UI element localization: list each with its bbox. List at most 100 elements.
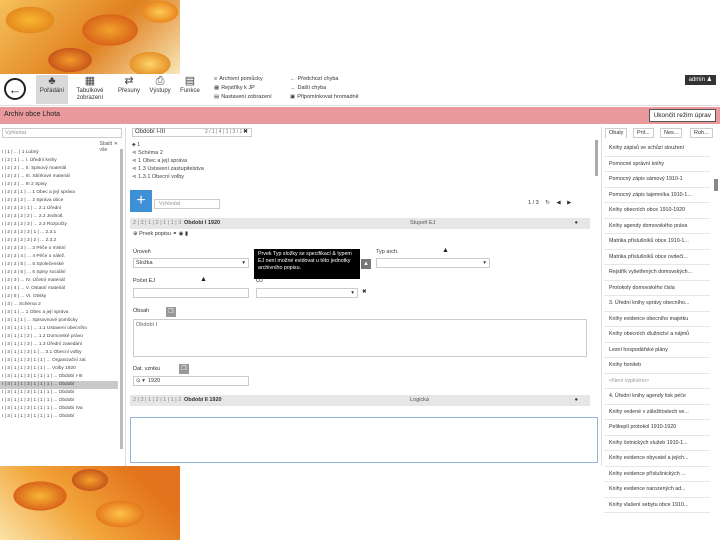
tab-rohy[interactable]: Roh... xyxy=(690,128,713,138)
tree-node[interactable]: I | 2 | 2 | 6 | ... 6 Spisy sociální xyxy=(0,269,118,277)
clear-icon[interactable]: ✖ xyxy=(362,289,367,295)
link-predchozi-chyba[interactable]: ← Předchozí chyba xyxy=(290,76,338,82)
tree-node[interactable]: I | 2 | 2 | ... III 2 Spisy xyxy=(0,181,118,189)
packet-item[interactable]: Knihy evidence narozených ad... xyxy=(604,482,710,498)
packet-item[interactable]: Knihy evidence obyvatel a jejich... xyxy=(604,451,710,467)
packet-item[interactable]: 4. Úřední knihy agendy tisk péče xyxy=(604,389,710,405)
tree-node[interactable]: I | 3 | 1 | 1 | ... Spisovnové pomůcky xyxy=(0,317,118,325)
toolbar-button-tabular[interactable]: ▦ Tabulkové zobrazení xyxy=(72,75,108,104)
packet-item[interactable]: Knihy zápisů ve schůzí sloužení xyxy=(604,141,710,157)
eye-icon[interactable]: ◉ xyxy=(179,231,184,237)
tree-search-input[interactable]: Vyhledat xyxy=(2,128,122,138)
tab-prilohy[interactable]: Pril... xyxy=(633,128,654,138)
tree-node[interactable]: I | 2 | 4 | ... V. Ostatní materiál xyxy=(0,285,118,293)
info-icon[interactable]: ● xyxy=(575,395,578,406)
toolbar-button-funkce[interactable]: ▤ Funkce xyxy=(176,75,204,104)
tree-node[interactable]: I | 2 | 1 | ... I. Úřední knihy xyxy=(0,157,118,165)
link-icon[interactable]: ⚭ xyxy=(172,231,177,237)
node-card-header[interactable]: 2 | 3 | 1 | 2 | 1 | 1 | 3 Období I 1920 … xyxy=(130,218,590,229)
toolbar-button-vystupy[interactable]: ⎙ Výstupy xyxy=(145,75,175,104)
tree-node[interactable]: I | 2 | 2 | ... III. Sbírkové materiál xyxy=(0,173,118,181)
packet-item[interactable]: Knihy evidence obecního majetku xyxy=(604,312,710,327)
content-options-button[interactable]: ❐ xyxy=(166,307,176,317)
add-button[interactable]: + xyxy=(130,190,152,212)
packet-item[interactable]: Knihy obecních obce 1910-1920 xyxy=(604,203,710,219)
packets-scrollbar[interactable] xyxy=(714,179,718,191)
packet-item[interactable]: Knihy četnických služeb 1910-1... xyxy=(604,436,710,451)
tree-node[interactable]: I | 3 | 1 | ... 1 Obec a její správa xyxy=(0,309,118,317)
packet-item[interactable]: Knihy agendy domovského práva xyxy=(604,219,710,234)
link-archivni-pomucky[interactable]: ≡ Archivní pomůcky xyxy=(214,76,263,82)
archive-type-select[interactable]: ▾ xyxy=(376,258,490,268)
packet-item[interactable]: Knihy obecních dlužnictví a nájmů xyxy=(604,327,710,343)
link-nastaveni-zobrazeni[interactable]: ▤ Nastavení zobrazení xyxy=(214,94,272,100)
link-rejstriky[interactable]: ▦ Rejstříky k JP xyxy=(214,85,255,91)
tree-node[interactable]: I | 2 | 2 | 2 | 1 | ... 2.1 Úřední xyxy=(0,205,118,213)
link-pripominkovat[interactable]: ▣ Připomínkovat hromadně xyxy=(290,94,359,100)
tree-node[interactable]: I | 2 | 2 | 1 | ... 1 Obec a její správa xyxy=(0,189,118,197)
packet-item[interactable]: Protokoly domovského čisla xyxy=(604,281,710,296)
tree-node[interactable]: I | 3 | 1 | 1 | 3 | 1 | 1 | 1 | ... Obdo… xyxy=(0,397,118,405)
packet-item[interactable]: Pelikeplí protokol 1910-1920 xyxy=(604,420,710,436)
tab-obaly[interactable]: Obaly xyxy=(605,128,628,138)
packet-item[interactable]: Knihy vlašení sebytu obce 1910... xyxy=(604,498,710,513)
tree-node[interactable]: I | 2 | 2 | 2 | 3 | 1 | ... 2.3.1 xyxy=(0,229,118,237)
packet-item[interactable]: Matrika příslušníků obce 1910-1... xyxy=(604,234,710,250)
tree-node[interactable]: I | 2 | 2 | 2 | 2 | ... 2.2 Jednotl. xyxy=(0,213,118,221)
add-circle-icon[interactable]: ⊕ xyxy=(133,231,138,237)
breadcrumb-item[interactable]: ⋖ 1 Obec a její správa xyxy=(132,157,204,165)
packet-item[interactable]: Lesní hospodářské plány xyxy=(604,343,710,358)
packet-item[interactable]: Knihy honiteb xyxy=(604,358,710,374)
refresh-icon[interactable]: ↻ xyxy=(545,200,550,206)
tree-node[interactable]: I | 2 | 2 | 3 | ... 3 Péče o místní xyxy=(0,245,118,253)
packet-item[interactable]: 3. Úřední knihy správy obecního... xyxy=(604,296,710,312)
date-options-button[interactable]: ❐ xyxy=(179,364,189,374)
tree-node[interactable]: I | 3 | 1 | 1 | 3 | 1 | 1 | 1 | ... Obdo… xyxy=(0,381,118,389)
tree-node[interactable]: I | 3 | 1 | 1 | 1 | ... 1.1 Ustavení obe… xyxy=(0,325,118,333)
close-icon[interactable]: ✖ xyxy=(243,129,248,136)
unit-count-input[interactable] xyxy=(133,288,249,298)
content-textarea[interactable]: Období I xyxy=(133,319,587,357)
tree-node[interactable]: I | 2 | 5 | ... VI. Otisky xyxy=(0,293,118,301)
tree-node[interactable]: I | 3 | 1 | 1 | 3 | 1 | 1 | ... Volby 19… xyxy=(0,365,118,373)
comment-area[interactable] xyxy=(130,417,598,463)
user-menu[interactable]: admin ♟ xyxy=(684,75,716,85)
packet-item[interactable]: Pomocný zápis sámový 1910-1 xyxy=(604,172,710,188)
prev-page-icon[interactable]: ◀ xyxy=(556,200,560,206)
warning-toggle-button[interactable]: ▲ xyxy=(361,259,371,269)
next-page-icon[interactable]: ▶ xyxy=(567,200,571,206)
tree-node[interactable]: I | 2 | 2 | 2 | 3 | 2 | ... 2.3.2 xyxy=(0,237,118,245)
info-icon[interactable]: ● xyxy=(575,218,578,229)
tree-node[interactable]: I | 3 | 1 | 1 | 2 | ... 1.2 Domovské prá… xyxy=(0,333,118,341)
collapse-all-button[interactable]: Sbalit vše ✕ xyxy=(99,141,118,153)
packet-item[interactable]: Pomocné správní knihy xyxy=(604,157,710,172)
tree-node[interactable]: I | 2 | 2 | 4 | ... 4 Péče o nálež. xyxy=(0,253,118,261)
packet-item[interactable]: Knihy vedené v záležitostech ve... xyxy=(604,405,710,420)
packet-item[interactable]: Matrika příslušníků obce ovdečí... xyxy=(604,250,710,265)
tree-node[interactable]: I | 2 | 2 | 2 | ... 2 Správa obce xyxy=(0,197,118,205)
toolbar-button-presuny[interactable]: ⇄ Přesuny xyxy=(114,75,144,104)
breadcrumb-item[interactable]: ♣ 1 xyxy=(132,141,204,149)
toolbar-button-poradani[interactable]: ♣ Pořádání xyxy=(36,75,68,104)
tree-node[interactable]: I | 2 | 2 | ... II. Spisový materiál xyxy=(0,165,118,173)
tab-obdobi[interactable]: Období I-III 2 / 1 | 4 | 1 | 3 / 1 ✖ xyxy=(132,128,252,137)
packet-item[interactable]: Knihy evidence příslušnických ... xyxy=(604,467,710,482)
tree-node[interactable]: I | 3 | 1 | 1 | 3 | 1 | ... 3.1 Obecní v… xyxy=(0,349,118,357)
breadcrumb-item[interactable]: ⋖ 1.3 Ustavení zastupitelstva xyxy=(132,165,204,173)
breadcrumb-item[interactable]: ⋖ Schéma 2 xyxy=(132,149,204,157)
tab-nesouhlas[interactable]: Nes... xyxy=(660,128,683,138)
packet-item[interactable]: Rejstřík vyšetřených domovských... xyxy=(604,265,710,281)
level-select[interactable]: Složka ▾ xyxy=(133,258,249,268)
packet-item[interactable]: <Není vyplněno> xyxy=(604,374,710,389)
uj-select[interactable]: ▾ xyxy=(256,288,358,298)
end-edit-button[interactable]: Ukončit režim úprav xyxy=(648,109,716,122)
tree-node[interactable]: I | 3 | 1 | 1 | 3 | 1 | 1 | 1 | ... Obdo… xyxy=(0,413,118,421)
breadcrumb-item[interactable]: ⋖ 1.3.1 Obecní volby xyxy=(132,173,204,181)
tree-node[interactable]: I | 3 | 1 | 1 | 3 | ... 1.3 Úřední zased… xyxy=(0,341,118,349)
breadcrumb-scrollbar[interactable] xyxy=(595,140,598,176)
date-input[interactable]: ⊙ ▾ 1920 xyxy=(133,376,249,386)
tree-node[interactable]: I | 2 | 2 | 2 | 3 | ... 2.3 Rozpočty xyxy=(0,221,118,229)
tree-node[interactable]: I | 3 | ... Schéma 2 xyxy=(0,301,118,309)
link-dalsi-chyba[interactable]: → Další chyba xyxy=(290,85,326,91)
tree-node[interactable]: I | 2 | 3 | ... IV. Účetní materiál xyxy=(0,277,118,285)
